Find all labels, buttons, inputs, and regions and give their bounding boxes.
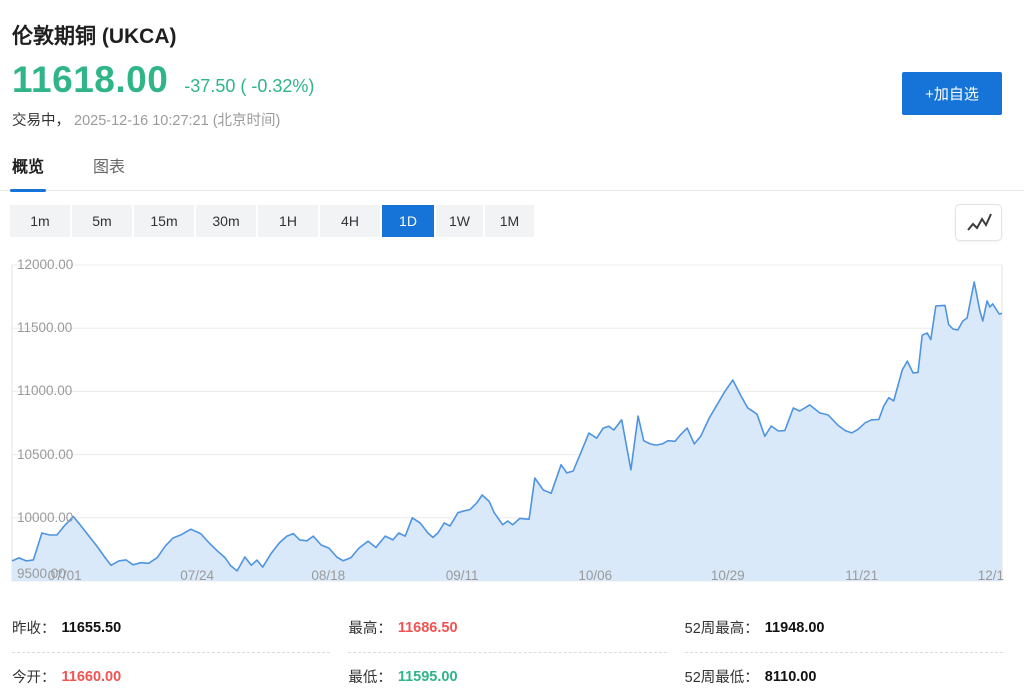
stat-label: 昨收： xyxy=(12,617,56,638)
trading-status-label: 交易中， xyxy=(12,113,70,129)
y-axis-label: 10000.00 xyxy=(17,510,73,525)
page-title: 伦敦期铜 (UKCA) xyxy=(12,20,1024,50)
add-watchlist-button[interactable]: +加自选 xyxy=(902,72,1002,115)
y-axis-label: 10500.00 xyxy=(17,447,73,462)
timeframe-15m[interactable]: 15m xyxy=(134,205,194,237)
x-axis-label: 11/21 xyxy=(838,568,886,583)
stat-value: 11948.00 xyxy=(765,620,825,636)
trading-status: 交易中， 2025-12-16 10:27:21 (北京时间) xyxy=(12,109,1024,130)
stat-week52-low: 52周最低： 8110.00 xyxy=(685,653,1003,690)
price-row: 11618.00 -37.50 ( -0.32%) xyxy=(12,59,1024,101)
quote-timestamp: 2025-12-16 10:27:21 (北京时间) xyxy=(74,113,280,129)
stat-day-high: 最高： 11686.50 xyxy=(348,604,666,653)
y-axis-label: 11000.00 xyxy=(17,383,72,398)
stats-grid: 昨收： 11655.50 最高： 11686.50 52周最高： 11948.00 今开： 1… xyxy=(12,604,1003,690)
timeframe-30m[interactable]: 30m xyxy=(196,205,256,237)
price-chart[interactable]: 12000.00 11500.00 11000.00 10500.00 10000.00… xyxy=(10,256,1003,586)
timeframe-1w[interactable]: 1W xyxy=(436,205,483,237)
stat-value: 11595.00 xyxy=(398,669,458,685)
stat-label: 最高： xyxy=(348,617,392,638)
quote-page: 伦敦期铜 (UKCA) 11618.00 -37.50 ( -0.32%) +加… xyxy=(0,20,1024,690)
current-price: 11618.00 xyxy=(12,59,168,101)
x-axis-label: 07/01 xyxy=(41,568,89,583)
timeframe-1m[interactable]: 1M xyxy=(485,205,534,237)
timeframe-1m[interactable]: 1m xyxy=(10,205,70,237)
tab-chart[interactable]: 图表 xyxy=(93,153,125,190)
stat-label: 52周最高： xyxy=(685,617,759,638)
price-change: -37.50 ( -0.32%) xyxy=(184,76,314,97)
x-axis-label: 08/18 xyxy=(304,568,352,583)
stat-day-low: 最低： 11595.00 xyxy=(348,653,666,690)
stat-label: 今开： xyxy=(12,666,56,687)
y-axis-label: 11500.00 xyxy=(17,320,72,335)
stat-open: 今开： 11660.00 xyxy=(12,653,330,690)
timeframe-1h[interactable]: 1H xyxy=(258,205,318,237)
timeframe-1d[interactable]: 1D xyxy=(382,205,434,237)
x-axis-label: 10/29 xyxy=(704,568,752,583)
timeframe-bar: 1m5m15m30m1H4H1D1W1M xyxy=(10,205,1024,237)
chart-canvas xyxy=(10,256,1003,586)
stat-prev-close: 昨收： 11655.50 xyxy=(12,604,330,653)
x-axis-label: 09/11 xyxy=(438,568,486,583)
tab-overview[interactable]: 概览 xyxy=(12,153,44,190)
timeframe-row: 1m5m15m30m1H4H1D1W1M xyxy=(10,205,1024,241)
stat-value: 11655.50 xyxy=(62,620,122,636)
stat-value: 11686.50 xyxy=(398,620,458,636)
y-axis-label: 12000.00 xyxy=(17,257,73,272)
stat-value: 8110.00 xyxy=(765,669,817,685)
stat-label: 最低： xyxy=(348,666,392,687)
x-axis-label: 12/1 xyxy=(978,568,1004,583)
stat-week52-high: 52周最高： 11948.00 xyxy=(685,604,1003,653)
x-axis-label: 10/06 xyxy=(571,568,619,583)
stat-label: 52周最低： xyxy=(685,666,759,687)
x-axis-label: 07/24 xyxy=(173,568,221,583)
timeframe-4h[interactable]: 4H xyxy=(320,205,380,237)
stat-value: 11660.00 xyxy=(62,669,122,685)
timeframe-5m[interactable]: 5m xyxy=(72,205,132,237)
tab-bar: 概览 图表 xyxy=(0,153,1024,191)
line-chart-icon xyxy=(964,211,994,235)
chart-style-button[interactable] xyxy=(955,204,1002,241)
